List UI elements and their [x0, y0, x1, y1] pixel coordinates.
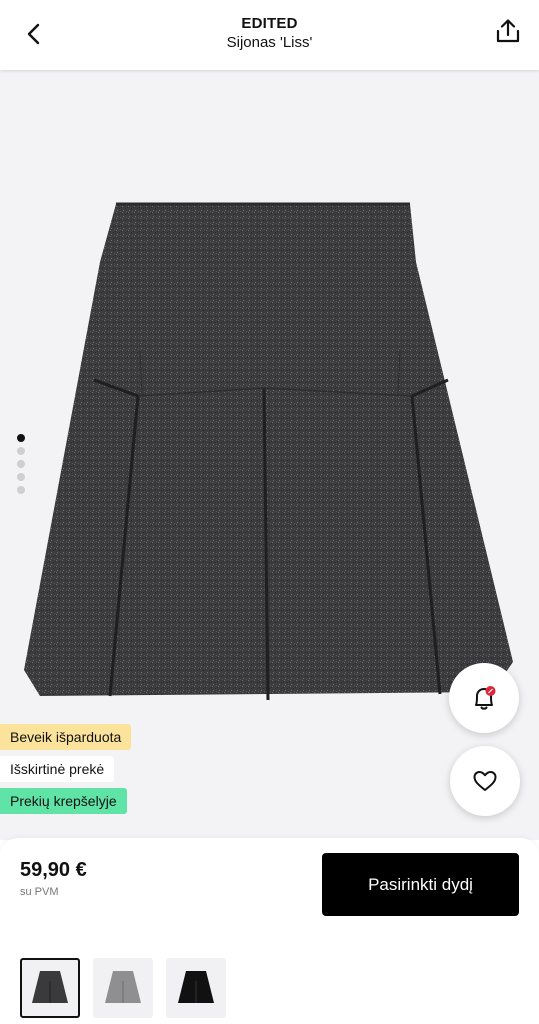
- product-image-skirt: [24, 202, 513, 701]
- back-button[interactable]: [18, 18, 50, 50]
- chevron-left-icon: [27, 23, 40, 45]
- bell-sale-icon: [475, 686, 496, 710]
- brand-name: EDITED: [241, 15, 298, 32]
- share-icon: [496, 19, 520, 43]
- badge-in-basket: Prekių krepšelyje: [0, 788, 127, 814]
- variant-thumbnail[interactable]: [93, 958, 153, 1018]
- wishlist-button[interactable]: [450, 746, 520, 816]
- price: 59,90 €: [20, 859, 87, 881]
- color-variants: [20, 958, 226, 1018]
- skirt-thumbnail-light-grey: [105, 971, 141, 1003]
- vat-note: su PVM: [20, 886, 59, 898]
- badge-almost-sold-out: Beveik išparduota: [0, 724, 132, 750]
- price-alert-button[interactable]: [449, 663, 519, 733]
- select-size-button[interactable]: Pasirinkti dydį: [322, 853, 519, 916]
- top-bar: EDITED Sijonas 'Liss': [0, 0, 539, 70]
- buy-panel: 59,90 € su PVM Pasirinkti dydį: [0, 838, 539, 1024]
- heart-icon: [473, 771, 497, 791]
- title-block: EDITED Sijonas 'Liss': [120, 15, 419, 51]
- share-button[interactable]: [491, 14, 525, 48]
- skirt-thumbnail-dark-grey: [32, 971, 68, 1003]
- variant-thumbnail[interactable]: [20, 958, 80, 1018]
- skirt-thumbnail-black: [178, 971, 214, 1003]
- variant-thumbnail[interactable]: [166, 958, 226, 1018]
- product-name: Sijonas 'Liss': [226, 34, 313, 51]
- badge-exclusive: Išskirtinė prekė: [0, 756, 115, 782]
